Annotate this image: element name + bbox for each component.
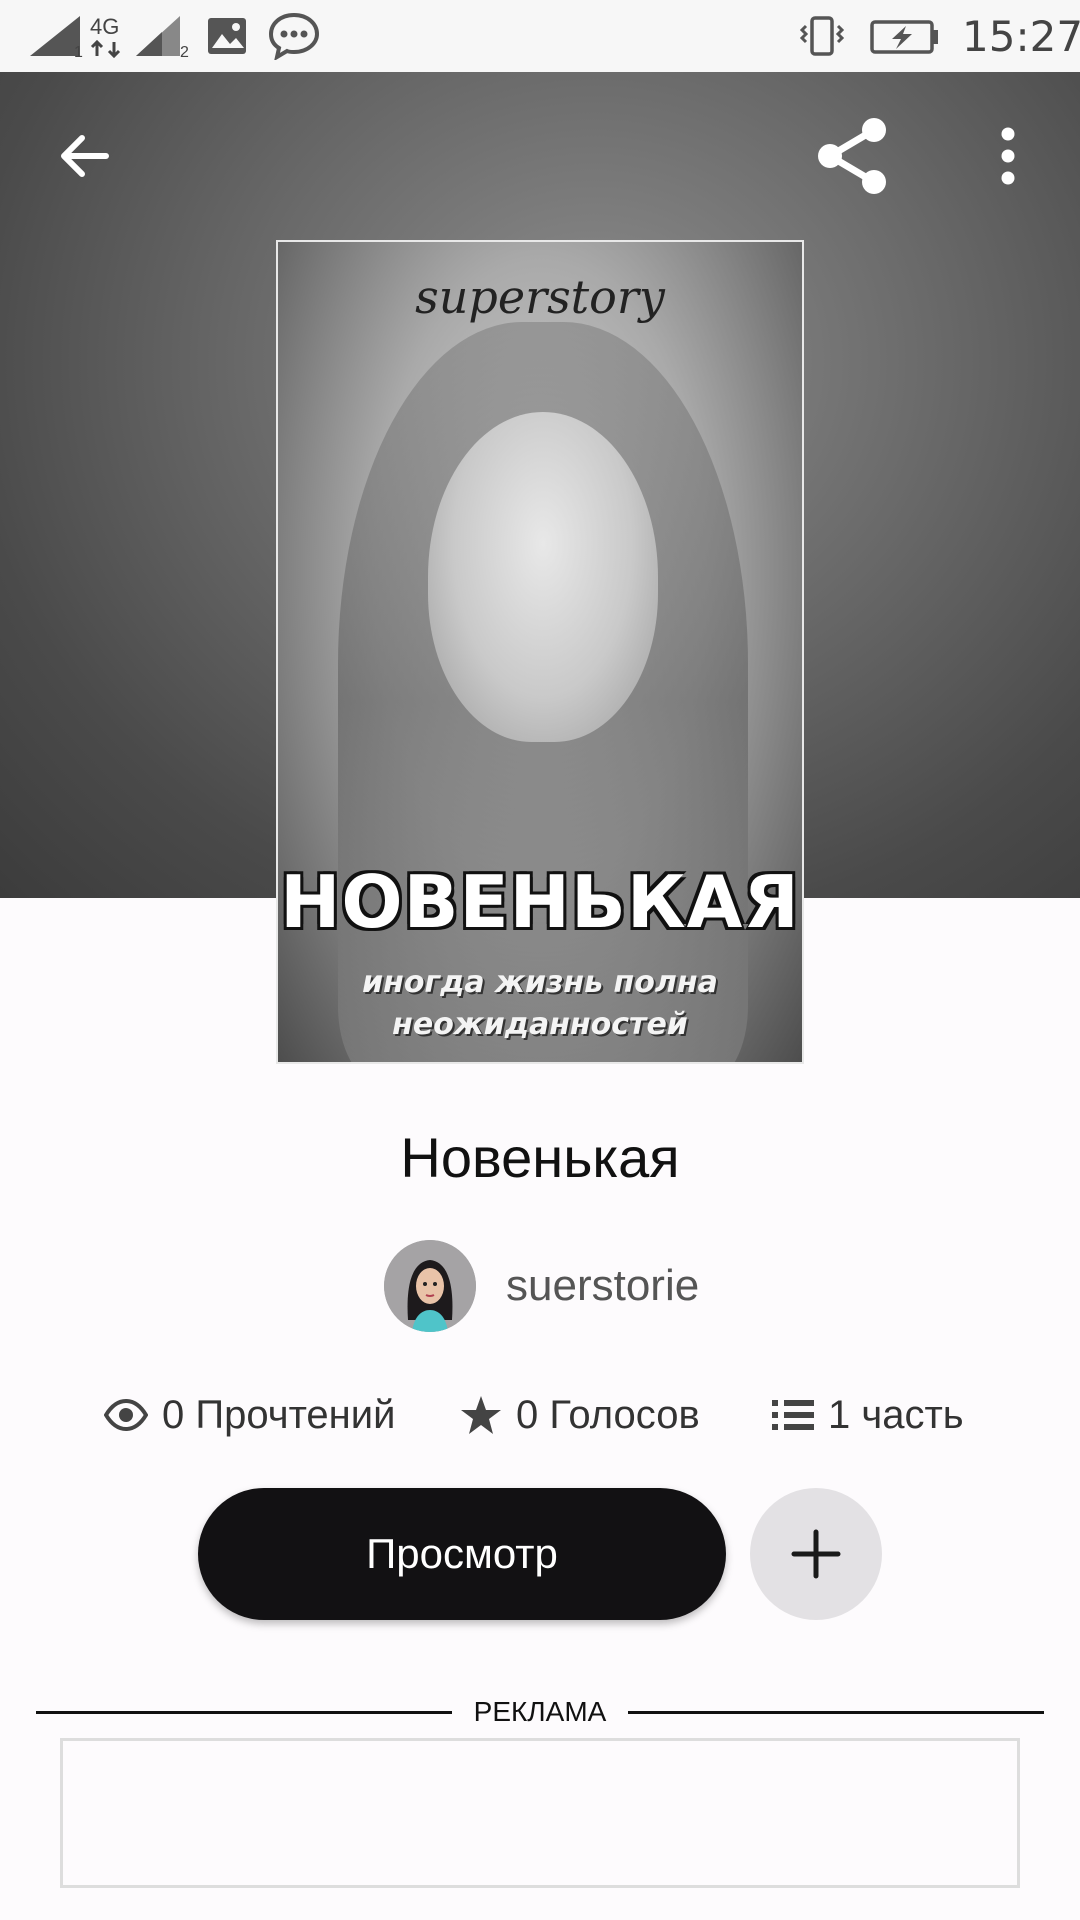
parts-stat[interactable]: 1 часть — [772, 1385, 964, 1445]
plus-icon — [791, 1529, 841, 1579]
star-icon — [460, 1395, 502, 1435]
vibrate-icon — [800, 16, 844, 56]
avatar — [384, 1240, 476, 1332]
clock: 15:27 — [962, 12, 1080, 61]
battery-icon — [870, 20, 938, 54]
data-arrows-icon — [90, 40, 121, 58]
status-bar: 1 4G 2 15:27 — [0, 0, 1080, 72]
sim1-label: 1 — [74, 44, 83, 61]
author-name: suerstorie — [506, 1261, 700, 1310]
ad-label: РЕКЛАМА — [473, 1696, 607, 1727]
share-button[interactable] — [804, 108, 900, 204]
cover-subtitle-line1: иногда жизнь полна — [362, 965, 718, 1000]
author-link[interactable]: suerstorie — [384, 1240, 699, 1332]
more-vert-icon — [1001, 127, 1015, 185]
reads-stat: 0 Прочтений — [104, 1385, 395, 1445]
ad-divider: РЕКЛАМА — [36, 1690, 1044, 1734]
add-to-library-button[interactable] — [750, 1488, 882, 1620]
parts-count: 1 часть — [828, 1392, 964, 1437]
signal-sim2-icon — [136, 16, 180, 56]
cover-subtitle: иногда жизнь полна неожиданностей — [278, 962, 802, 1046]
list-icon — [772, 1398, 814, 1432]
story-cover[interactable]: superstory НОВЕНЬКАЯ иногда жизнь полна … — [276, 240, 804, 1064]
sim2-label: 2 — [180, 44, 189, 61]
cover-subtitle-line2: неожиданностей — [392, 1007, 688, 1042]
votes-stat: 0 Голосов — [460, 1385, 700, 1445]
network-type: 4G — [90, 14, 120, 39]
message-notification-icon — [268, 12, 320, 60]
arrow-back-icon — [61, 135, 109, 177]
story-stats: 0 Прочтений 0 Голосов 1 часть — [0, 1385, 1080, 1445]
more-options-button[interactable] — [960, 108, 1056, 204]
cover-title: НОВЕНЬКАЯ — [280, 860, 800, 944]
cover-portrait — [428, 412, 658, 742]
read-button[interactable]: Просмотр — [198, 1488, 726, 1620]
story-title: Новенькая — [400, 1126, 680, 1189]
eye-icon — [104, 1399, 148, 1431]
back-button[interactable] — [36, 108, 132, 204]
reads-count: 0 Прочтений — [162, 1392, 396, 1437]
gallery-notification-icon — [208, 18, 246, 54]
votes-count: 0 Голосов — [516, 1392, 700, 1437]
ad-slot[interactable] — [60, 1738, 1020, 1888]
avatar-image — [384, 1240, 476, 1332]
share-icon — [818, 118, 886, 194]
cover-brand: superstory — [415, 270, 665, 324]
